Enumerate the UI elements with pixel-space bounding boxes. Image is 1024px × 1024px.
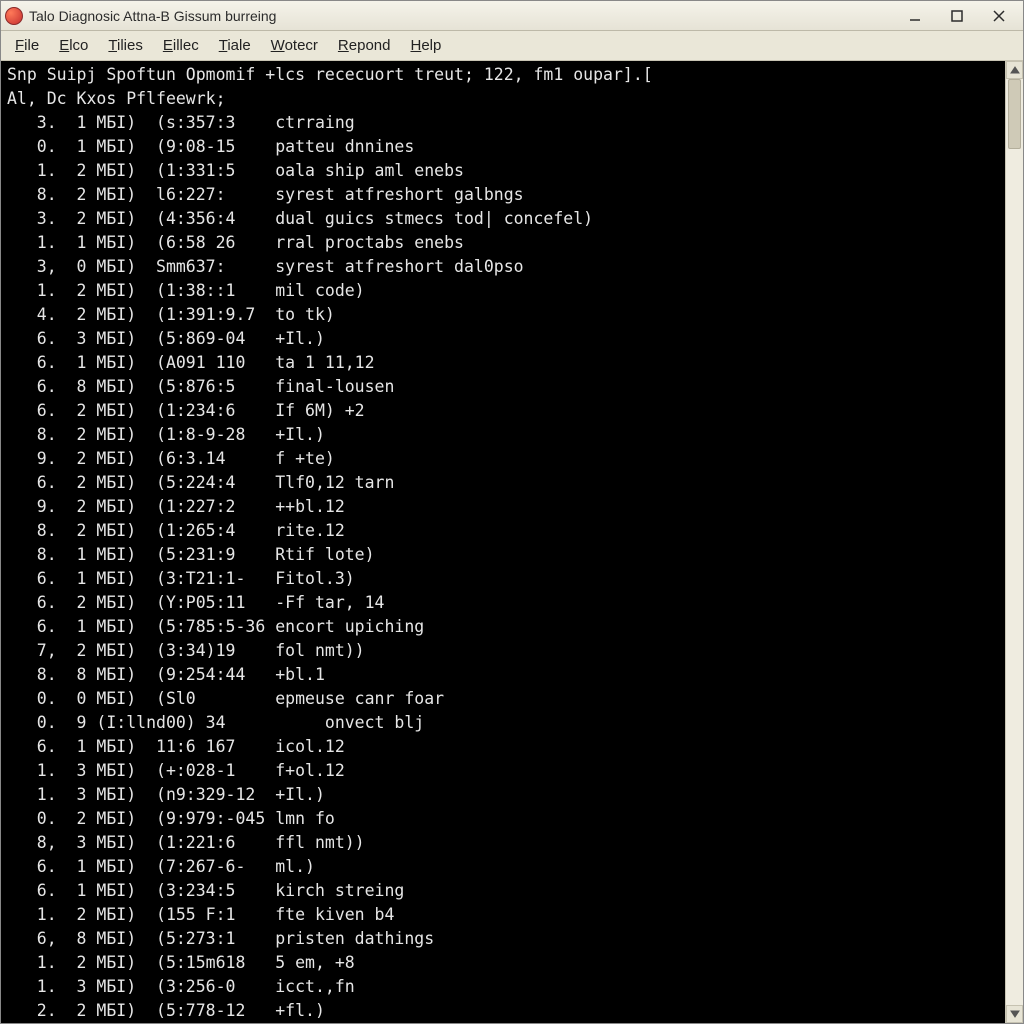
menu-help[interactable]: Help [402,34,449,57]
scroll-down-button[interactable] [1006,1005,1023,1023]
maximize-button[interactable] [937,4,977,28]
menu-file[interactable]: File [7,34,47,57]
scroll-up-button[interactable] [1006,61,1023,79]
maximize-icon [950,9,964,23]
window-title: Talo Diagnosic Attna-B Gissum burreing [29,8,276,24]
scrollbar-track[interactable] [1006,79,1023,1005]
menubar: FileElcoTiliesEillecTialeWotecrRepondHel… [1,31,1023,61]
minimize-button[interactable] [895,4,935,28]
app-window: Talo Diagnosic Attna-B Gissum burreing F… [0,0,1024,1024]
minimize-icon [908,9,922,23]
app-icon [5,7,23,25]
close-icon [992,9,1006,23]
scrollbar-thumb[interactable] [1008,79,1021,149]
vertical-scrollbar[interactable] [1005,61,1023,1023]
menu-eillec[interactable]: Eillec [155,34,207,57]
titlebar[interactable]: Talo Diagnosic Attna-B Gissum burreing [1,1,1023,31]
menu-wotecr[interactable]: Wotecr [263,34,326,57]
chevron-down-icon [1010,1009,1020,1019]
console-output[interactable]: Snp Suipj Spoftun Opmomif +lcs rececuort… [1,61,1005,1023]
menu-tilies[interactable]: Tilies [100,34,150,57]
chevron-up-icon [1010,65,1020,75]
console-area: Snp Suipj Spoftun Opmomif +lcs rececuort… [1,61,1023,1023]
menu-elco[interactable]: Elco [51,34,96,57]
menu-repond[interactable]: Repond [330,34,399,57]
close-button[interactable] [979,4,1019,28]
menu-tiale[interactable]: Tiale [211,34,259,57]
